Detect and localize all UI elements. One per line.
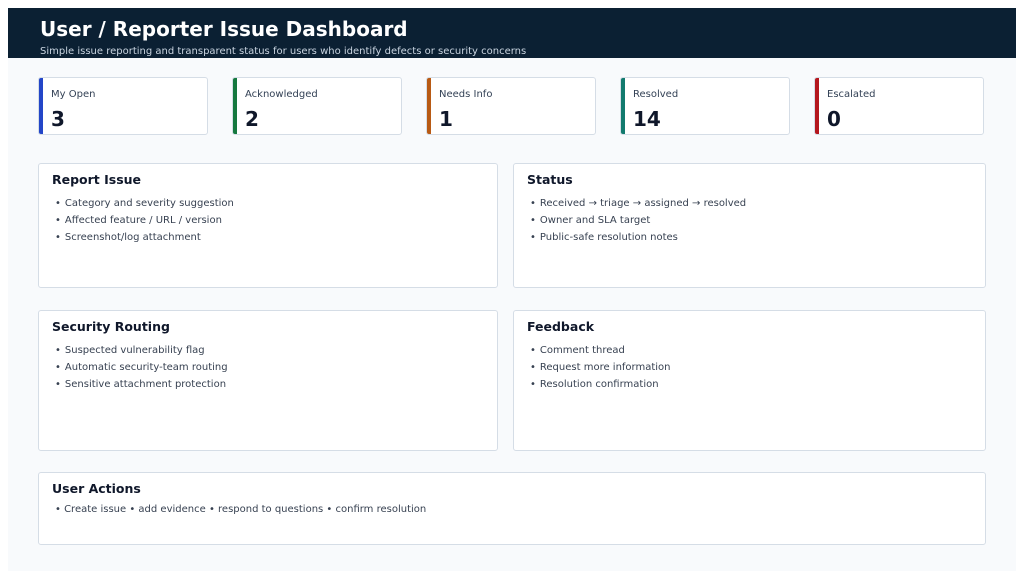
list-item: Request more information [530, 359, 671, 376]
kpi-accent-bar [815, 78, 819, 134]
kpi-accent-bar [621, 78, 625, 134]
panel-title: Feedback [527, 319, 595, 334]
list-item: Automatic security-team routing [55, 359, 228, 376]
kpi-accent-bar [233, 78, 237, 134]
kpi-accent-bar [427, 78, 431, 134]
user-actions-text: • Create issue • add evidence • respond … [55, 504, 427, 515]
kpi-label: My Open [51, 89, 96, 100]
list-item: Affected feature / URL / version [55, 212, 234, 229]
panel-list: Received → triage → assigned → resolved … [530, 195, 746, 246]
list-item: Public-safe resolution notes [530, 229, 746, 246]
feedback-panel: Feedback Comment thread Request more inf… [513, 310, 986, 451]
list-item: Received → triage → assigned → resolved [530, 195, 746, 212]
kpi-label: Acknowledged [245, 89, 318, 100]
report-issue-panel: Report Issue Category and severity sugge… [38, 163, 498, 288]
page-header: User / Reporter Issue Dashboard Simple i… [8, 8, 1016, 58]
list-item: Resolution confirmation [530, 376, 671, 393]
kpi-card-resolved[interactable]: Resolved 14 [620, 77, 790, 135]
list-item: Screenshot/log attachment [55, 229, 234, 246]
panel-title: Security Routing [52, 319, 170, 334]
page-title: User / Reporter Issue Dashboard [40, 17, 408, 41]
security-routing-panel: Security Routing Suspected vulnerability… [38, 310, 498, 451]
kpi-value: 3 [51, 107, 65, 131]
panel-list: Comment thread Request more information … [530, 342, 671, 393]
kpi-label: Escalated [827, 89, 876, 100]
list-item: Suspected vulnerability flag [55, 342, 228, 359]
kpi-card-acknowledged[interactable]: Acknowledged 2 [232, 77, 402, 135]
kpi-card-escalated[interactable]: Escalated 0 [814, 77, 984, 135]
dashboard: User / Reporter Issue Dashboard Simple i… [8, 8, 1016, 571]
panel-title: User Actions [52, 481, 141, 496]
kpi-value: 1 [439, 107, 453, 131]
panel-list: Suspected vulnerability flag Automatic s… [55, 342, 228, 393]
panel-title: Status [527, 172, 573, 187]
kpi-label: Needs Info [439, 89, 493, 100]
kpi-card-needs-info[interactable]: Needs Info 1 [426, 77, 596, 135]
panel-title: Report Issue [52, 172, 142, 187]
kpi-label: Resolved [633, 89, 679, 100]
kpi-value: 2 [245, 107, 259, 131]
panel-list: Category and severity suggestion Affecte… [55, 195, 234, 246]
kpi-value: 14 [633, 107, 661, 131]
status-panel: Status Received → triage → assigned → re… [513, 163, 986, 288]
list-item: Sensitive attachment protection [55, 376, 228, 393]
user-actions-panel: User Actions • Create issue • add eviden… [38, 472, 986, 545]
list-item: Category and severity suggestion [55, 195, 234, 212]
kpi-card-my-open[interactable]: My Open 3 [38, 77, 208, 135]
user-actions-list: Create issue • add evidence • respond to… [64, 504, 427, 515]
list-item: Owner and SLA target [530, 212, 746, 229]
list-item: Comment thread [530, 342, 671, 359]
kpi-accent-bar [39, 78, 43, 134]
kpi-value: 0 [827, 107, 841, 131]
page-subtitle: Simple issue reporting and transparent s… [40, 46, 527, 57]
